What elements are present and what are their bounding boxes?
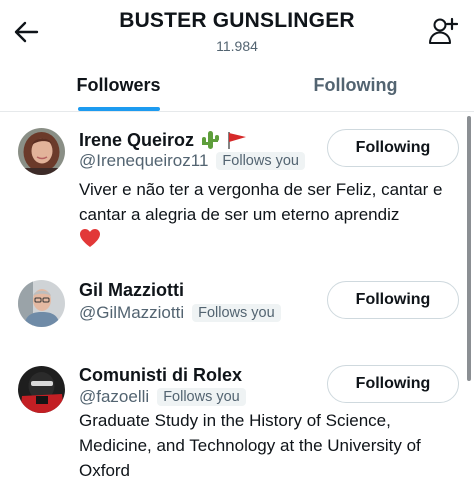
handle-line: @Irenequeiroz11 Follows you	[79, 151, 305, 171]
user-handle: @GilMazziotti	[79, 303, 185, 322]
tab-bar: Followers Following	[0, 61, 474, 112]
follows-you-badge: Follows you	[192, 304, 281, 322]
header: BUSTER GUNSLINGER 11.984	[0, 0, 474, 60]
user-bio-text: Viver e não ter a vergonha de ser Feliz,…	[79, 180, 443, 224]
red-flag-icon	[228, 132, 247, 149]
tab-followers[interactable]: Followers	[0, 61, 237, 111]
avatar[interactable]	[18, 128, 65, 175]
user-name[interactable]: Gil Mazziotti	[79, 280, 184, 301]
scrollbar[interactable]	[467, 116, 471, 381]
avatar[interactable]	[18, 366, 65, 413]
user-bio: Graduate Study in the History of Science…	[79, 411, 421, 480]
handle-line: @fazoelli Follows you	[79, 387, 246, 407]
tab-following[interactable]: Following	[237, 61, 474, 111]
following-button[interactable]: Following	[327, 281, 459, 319]
list-item[interactable]: Comunisti di Rolex @fazoelli Follows you…	[0, 354, 474, 496]
page-title: BUSTER GUNSLINGER	[119, 9, 355, 32]
red-heart-icon	[80, 229, 100, 247]
cactus-icon	[202, 131, 220, 149]
list-item[interactable]: Irene Queiroz @Irenequeiroz11 Follows yo…	[0, 112, 474, 270]
follower-count: 11.984	[216, 38, 258, 54]
user-name[interactable]: Irene Queiroz	[79, 129, 248, 151]
following-button[interactable]: Following	[327, 365, 459, 403]
follows-you-badge: Follows you	[157, 388, 246, 406]
user-bio: Viver e não ter a vergonha de ser Feliz,…	[79, 177, 463, 252]
avatar[interactable]	[18, 280, 65, 327]
active-tab-indicator	[78, 107, 160, 111]
following-button[interactable]: Following	[327, 129, 459, 167]
list-item[interactable]: Gil Mazziotti @GilMazziotti Follows you …	[0, 270, 474, 354]
follows-you-badge: Follows you	[216, 152, 305, 170]
add-user-icon[interactable]	[428, 16, 458, 46]
user-handle: @fazoelli	[79, 387, 150, 406]
user-handle: @Irenequeiroz11	[79, 151, 209, 170]
user-name[interactable]: Comunisti di Rolex	[79, 365, 242, 386]
user-name-text: Irene Queiroz	[79, 129, 195, 150]
handle-line: @GilMazziotti Follows you	[79, 303, 281, 323]
